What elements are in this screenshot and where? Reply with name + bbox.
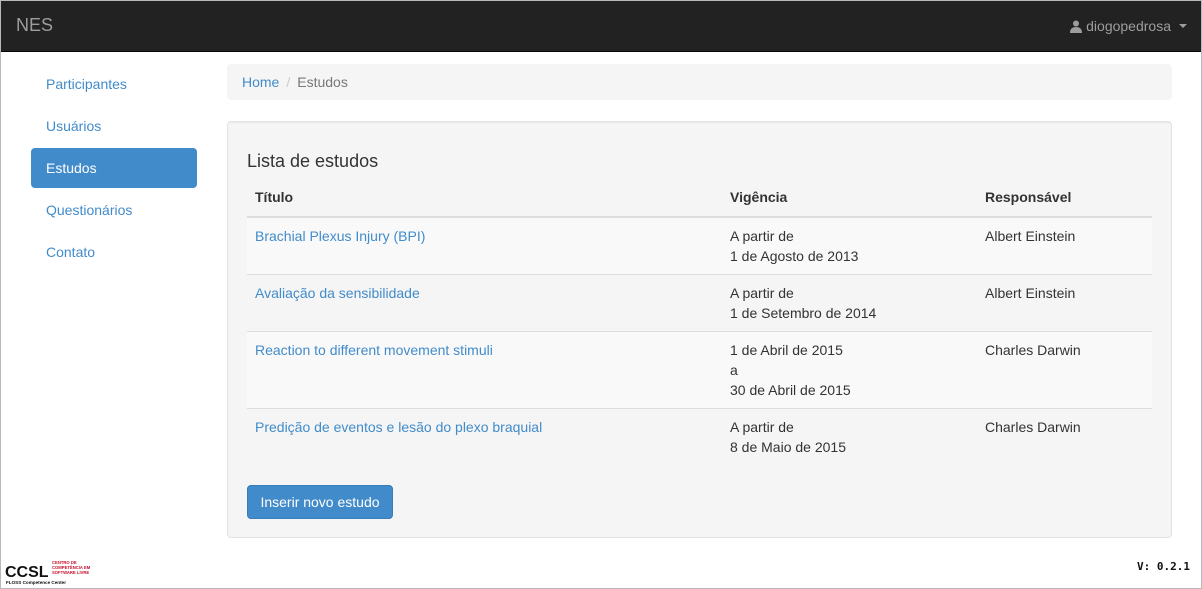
cell-responsavel: Albert Einstein (977, 216, 1152, 275)
cell-title: Reaction to different movement stimuli (247, 331, 722, 409)
sidebar: Participantes Usuários Estudos Questioná… (31, 64, 197, 274)
breadcrumb-current: Estudos (297, 74, 348, 90)
cell-vigencia: 1 de Abril de 2015 a 30 de Abril de 2015 (722, 331, 977, 409)
table-header-row: Título Vigência Responsável (247, 178, 1152, 218)
breadcrumb: Home / Estudos (227, 64, 1172, 100)
vigencia-line: 30 de Abril de 2015 (730, 382, 851, 398)
cell-vigencia: A partir de 1 de Agosto de 2013 (722, 216, 977, 275)
cell-responsavel: Albert Einstein (977, 274, 1152, 332)
user-menu[interactable]: diogopedrosa (1070, 18, 1187, 34)
caret-down-icon (1179, 24, 1187, 28)
table-row: Avaliação da sensibilidade A partir de 1 … (247, 274, 1152, 332)
studies-panel: Lista de estudos Título Vigência Respons… (227, 121, 1172, 538)
page-title: Lista de estudos (247, 151, 379, 171)
vigencia-line: A partir de (730, 228, 794, 244)
cell-title: Predição de eventos e lesão do plexo bra… (247, 408, 722, 465)
study-link[interactable]: Reaction to different movement stimuli (255, 342, 493, 358)
user-name: diogopedrosa (1086, 18, 1171, 34)
sidebar-item-estudos[interactable]: Estudos (31, 148, 197, 188)
cell-title: Brachial Plexus Injury (BPI) (247, 216, 722, 275)
breadcrumb-separator: / (286, 74, 291, 90)
ccsl-logo: CCSL CENTRO DE COMPETÊNCIA EM SOFTWARE L… (5, 560, 91, 585)
vigencia-line: 8 de Maio de 2015 (730, 439, 846, 455)
insert-study-button[interactable]: Inserir novo estudo (247, 485, 393, 519)
table-row: Brachial Plexus Injury (BPI) A partir de… (247, 216, 1152, 275)
version-label: V: 0.2.1 (1137, 560, 1190, 573)
table-row: Predição de eventos e lesão do plexo bra… (247, 408, 1152, 465)
vigencia-line: 1 de Agosto de 2013 (730, 248, 859, 264)
sidebar-item-contato[interactable]: Contato (31, 232, 197, 272)
logo-line-4: FLOSS Competence Center (6, 580, 66, 585)
study-link[interactable]: Predição de eventos e lesão do plexo bra… (255, 419, 542, 435)
user-icon (1070, 20, 1083, 33)
cell-responsavel: Charles Darwin (977, 408, 1152, 465)
cell-vigencia: A partir de 8 de Maio de 2015 (722, 408, 977, 465)
column-header-responsavel: Responsável (977, 178, 1152, 218)
logo-abbr: CCSL (5, 564, 49, 581)
logo-line-3: SOFTWARE LIVRE (52, 570, 89, 575)
sidebar-item-participantes[interactable]: Participantes (31, 64, 197, 104)
cell-vigencia: A partir de 1 de Setembro de 2014 (722, 274, 977, 332)
cell-responsavel: Charles Darwin (977, 331, 1152, 409)
top-navbar: NES diogopedrosa (1, 1, 1201, 52)
vigencia-line: a (730, 362, 738, 378)
vigencia-line: 1 de Abril de 2015 (730, 342, 843, 358)
table-row: Reaction to different movement stimuli 1… (247, 331, 1152, 409)
vigencia-line: A partir de (730, 419, 794, 435)
study-link[interactable]: Avaliação da sensibilidade (255, 285, 420, 301)
column-header-vigencia: Vigência (722, 178, 977, 218)
column-header-titulo: Título (247, 178, 722, 218)
brand-link[interactable]: NES (16, 15, 53, 36)
cell-title: Avaliação da sensibilidade (247, 274, 722, 332)
vigencia-line: A partir de (730, 285, 794, 301)
breadcrumb-home-link[interactable]: Home (242, 74, 279, 90)
studies-table: Título Vigência Responsável Brachial Ple… (247, 178, 1152, 465)
sidebar-item-questionarios[interactable]: Questionários (31, 190, 197, 230)
sidebar-item-usuarios[interactable]: Usuários (31, 106, 197, 146)
study-link[interactable]: Brachial Plexus Injury (BPI) (255, 228, 425, 244)
vigencia-line: 1 de Setembro de 2014 (730, 305, 877, 321)
